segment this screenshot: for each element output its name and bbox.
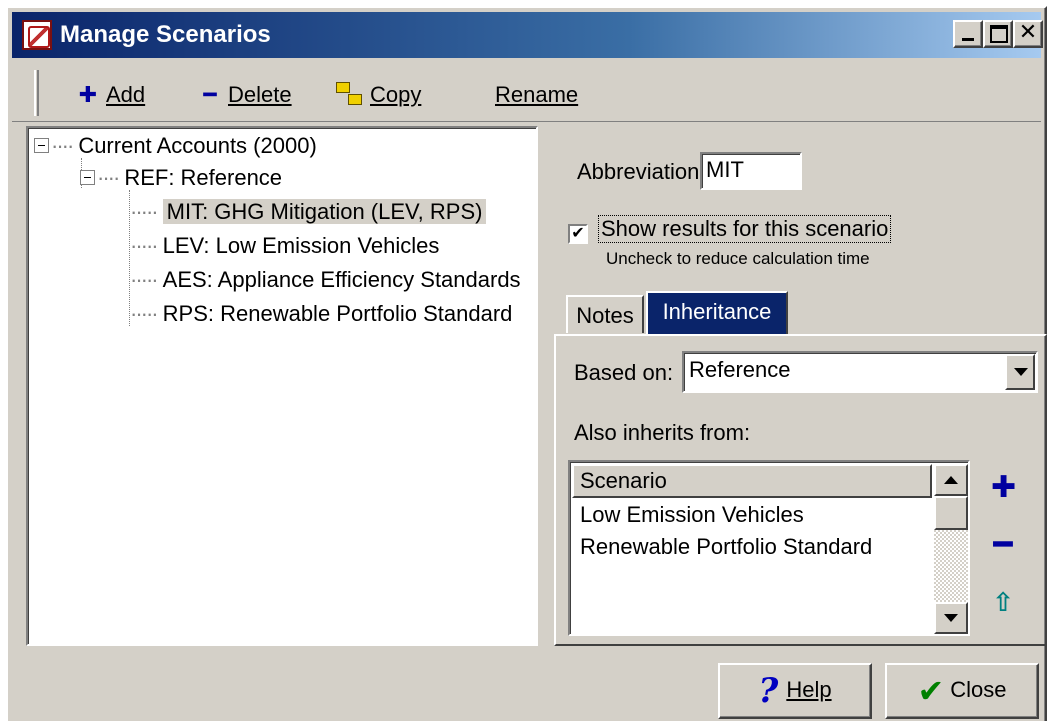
tree-item-mit[interactable]: ····· MIT: GHG Mitigation (LEV, RPS) [130,198,487,228]
tree-item-label: RPS: Renewable Portfolio Standard [162,301,513,326]
based-on-select[interactable]: Reference [682,351,1038,393]
tree-dots: ····· [130,199,159,224]
tab-notes[interactable]: Notes [566,295,644,333]
checkmark-icon: ✔ [917,673,945,710]
copy-icon [334,82,366,108]
inherits-from-list[interactable]: Scenario Low Emission Vehicles Renewable… [568,460,970,636]
remove-inheritance-button[interactable]: ━ [991,528,1015,560]
tree-dots: ····· [130,233,159,258]
add-button[interactable]: ✚ Add [74,82,145,110]
collapse-icon[interactable] [80,169,95,185]
also-inherits-label: Also inherits from: [574,420,751,445]
based-on-value: Reference [689,357,791,382]
list-item[interactable]: Low Emission Vehicles [574,500,804,530]
tree-item-aes[interactable]: ····· AES: Appliance Efficiency Standards [130,266,521,296]
scroll-up-button[interactable] [934,464,968,496]
title-bar[interactable]: Manage Scenarios ✕ [12,12,1043,58]
tree-item-label: AES: Appliance Efficiency Standards [162,267,521,292]
show-results-hint: Uncheck to reduce calculation time [606,249,870,268]
copy-button[interactable]: Copy [334,82,421,110]
manage-scenarios-window: Manage Scenarios ✕ ✚ Add ━ Delete Copy Ren… [6,6,1047,721]
tree-dots: ····· [130,301,159,326]
tree-dots: ···· [51,133,74,158]
add-label: Add [106,82,146,107]
close-window-button[interactable]: ✕ [1013,20,1043,48]
tree-dots: ····· [130,267,159,292]
tree-item-label: LEV: Low Emission Vehicles [162,233,440,258]
tree-item-reference[interactable]: ···· REF: Reference [80,164,282,194]
chevron-down-icon[interactable] [1005,354,1035,390]
app-icon [22,20,52,50]
move-up-arrow-icon[interactable]: ⇧ [991,588,1015,616]
scenario-tree[interactable]: ···· Current Accounts (2000) ···· REF: Ref… [26,126,538,646]
rename-button[interactable]: Rename [495,82,578,110]
window-title: Manage Scenarios [60,21,271,48]
collapse-icon[interactable] [34,137,49,153]
minimize-button[interactable] [953,20,983,48]
list-item[interactable]: Renewable Portfolio Standard [574,532,872,562]
show-results-label[interactable]: Show results for this scenario [598,215,892,243]
tab-inheritance[interactable]: Inheritance [646,291,788,335]
abbreviation-input[interactable]: MIT [700,152,802,190]
close-button[interactable]: ✔ Close [885,663,1039,719]
tree-item-current-accounts[interactable]: ···· Current Accounts (2000) [34,132,317,162]
tree-item-label: MIT: GHG Mitigation (LEV, RPS) [162,199,487,224]
based-on-label: Based on: [574,360,674,385]
abbreviation-label: Abbreviation: [577,159,706,184]
add-inheritance-button[interactable]: ✚ [991,473,1016,503]
plus-icon: ✚ [78,82,98,107]
scroll-down-button[interactable] [934,602,968,634]
tree-item-label: Current Accounts (2000) [78,133,317,158]
help-button[interactable]: ? Help [718,663,872,719]
tree-dots: ···· [97,165,120,190]
close-label: Close [950,677,1007,702]
minus-icon: ━ [203,82,217,107]
question-icon: ? [758,671,779,712]
copy-label: Copy [370,82,422,107]
show-results-checkbox[interactable]: ✔ [568,224,588,244]
toolbar: ✚ Add ━ Delete Copy Rename [12,62,1041,122]
list-scrollbar[interactable] [934,464,968,634]
tree-item-rps[interactable]: ····· RPS: Renewable Portfolio Standard [130,300,512,330]
toolbar-grip[interactable] [34,70,39,116]
delete-button[interactable]: ━ Delete [196,82,292,110]
delete-label: Delete [228,82,292,107]
tree-item-lev[interactable]: ····· LEV: Low Emission Vehicles [130,232,439,262]
rename-label: Rename [495,82,579,107]
help-label: Help [786,677,832,702]
list-column-header[interactable]: Scenario [572,464,932,498]
tree-item-label: REF: Reference [124,165,283,190]
maximize-button[interactable] [983,20,1013,48]
scroll-thumb[interactable] [934,496,968,530]
